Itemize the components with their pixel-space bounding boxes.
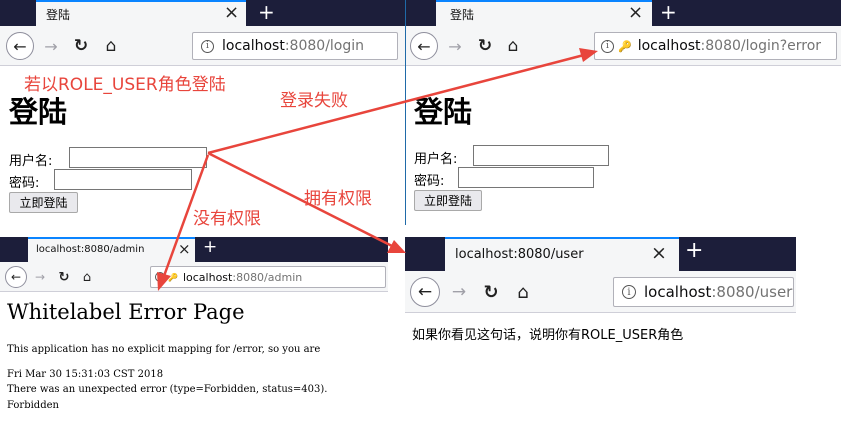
- tab-login-error[interactable]: 登陆 ×: [436, 0, 652, 26]
- reload-icon: ↻: [73, 36, 89, 56]
- tab-user[interactable]: localhost:8080/user ×: [445, 237, 679, 271]
- nav-toolbar: ← → ↻ ⌂ i 🔑 localhost:8080/login?error: [406, 26, 841, 66]
- new-tab-icon[interactable]: +: [203, 237, 217, 257]
- reload-button[interactable]: ↻: [70, 34, 92, 58]
- home-icon: ⌂: [82, 269, 92, 285]
- close-icon[interactable]: ×: [178, 240, 191, 258]
- tab-title: localhost:8080/user: [455, 247, 584, 262]
- arrow-left-icon: ←: [13, 36, 27, 56]
- close-icon[interactable]: ×: [628, 2, 643, 23]
- tab-admin[interactable]: localhost:8080/admin ×: [28, 237, 195, 262]
- forward-button[interactable]: →: [447, 279, 471, 305]
- arrow-left-icon: ←: [417, 36, 431, 56]
- tab-strip: localhost:8080/admin × +: [0, 237, 388, 262]
- tab-title: localhost:8080/admin: [36, 244, 145, 255]
- reload-button[interactable]: ↻: [479, 279, 503, 305]
- arrow-right-icon: →: [34, 270, 46, 284]
- login-submit-button[interactable]: 立即登陆: [414, 190, 482, 211]
- forward-button[interactable]: →: [40, 34, 62, 58]
- url-host: localhost: [222, 38, 285, 54]
- url-host: localhost: [182, 270, 233, 284]
- new-tab-icon[interactable]: +: [660, 0, 677, 24]
- url-host: localhost: [644, 283, 712, 301]
- reload-icon: ↻: [477, 36, 493, 56]
- info-icon[interactable]: i: [622, 285, 636, 299]
- info-icon[interactable]: i: [201, 39, 214, 53]
- nav-toolbar: ← → ↻ ⌂ i 🔑 localhost:8080/admin: [0, 262, 388, 292]
- key-icon[interactable]: 🔑: [618, 40, 632, 53]
- close-icon[interactable]: ×: [224, 2, 239, 23]
- admin-browser-window: localhost:8080/admin × + ← → ↻ ⌂ i 🔑 loc…: [0, 237, 388, 446]
- username-label: 用户名:: [414, 152, 458, 167]
- back-button[interactable]: ←: [410, 277, 440, 307]
- back-button[interactable]: ←: [410, 32, 438, 60]
- tab-strip: 登陆 × +: [0, 0, 405, 26]
- url-bar[interactable]: i localhost:8080/user: [613, 277, 794, 307]
- username-input[interactable]: [473, 145, 609, 166]
- url-path: :8080/user: [711, 283, 793, 301]
- forward-button[interactable]: →: [31, 267, 49, 287]
- new-tab-icon[interactable]: +: [258, 0, 275, 24]
- arrow-right-icon: →: [448, 36, 462, 56]
- page-title: 登陆: [9, 95, 68, 129]
- arrow-left-icon: ←: [417, 282, 433, 302]
- password-label: 密码:: [414, 174, 445, 189]
- new-tab-icon[interactable]: +: [685, 238, 703, 263]
- no-permission-annotation: 没有权限: [193, 209, 261, 229]
- reload-button[interactable]: ↻: [474, 34, 496, 58]
- reload-button[interactable]: ↻: [55, 267, 73, 287]
- nav-toolbar: ← → ↻ ⌂ i localhost:8080/login: [0, 26, 405, 66]
- home-button[interactable]: ⌂: [502, 34, 524, 58]
- tab-login[interactable]: 登陆 ×: [36, 0, 246, 26]
- key-icon[interactable]: 🔑: [168, 273, 178, 282]
- arrow-right-icon: →: [451, 282, 467, 302]
- error-explanation: This application has no explicit mapping…: [7, 344, 321, 355]
- reload-icon: ↻: [483, 281, 499, 303]
- url-bar[interactable]: i 🔑 localhost:8080/login?error: [594, 32, 837, 60]
- home-icon: ⌂: [517, 281, 529, 303]
- url-host: localhost: [637, 38, 701, 54]
- home-button[interactable]: ⌂: [78, 267, 96, 287]
- password-input[interactable]: [458, 167, 594, 188]
- back-button[interactable]: ←: [6, 32, 34, 60]
- tab-strip: 登陆 × +: [406, 0, 841, 26]
- error-status: Forbidden: [7, 400, 59, 411]
- role-note-annotation: 若以ROLE_USER角色登陆: [24, 75, 226, 95]
- error-timestamp: Fri Mar 30 15:31:03 CST 2018: [7, 369, 164, 380]
- error-page-title: Whitelabel Error Page: [7, 300, 245, 324]
- password-label: 密码:: [9, 176, 40, 191]
- role-message: 如果你看见这句话，说明你有ROLE_USER角色: [412, 328, 684, 343]
- tab-title: 登陆: [450, 8, 475, 22]
- home-button[interactable]: ⌂: [100, 34, 122, 58]
- arrow-left-icon: ←: [10, 270, 22, 284]
- tab-strip: localhost:8080/user × +: [405, 237, 796, 271]
- tab-title: 登陆: [46, 8, 71, 22]
- close-icon[interactable]: ×: [651, 242, 667, 264]
- url-path: :8080/login: [284, 38, 365, 54]
- nav-toolbar: ← → ↻ ⌂ i localhost:8080/user: [405, 271, 796, 313]
- url-path: :8080/admin: [232, 270, 303, 284]
- home-icon: ⌂: [105, 36, 117, 56]
- arrow-right-icon: →: [44, 36, 58, 56]
- login-failed-annotation: 登录失败: [280, 91, 348, 111]
- info-icon[interactable]: i: [601, 39, 614, 53]
- login-submit-button[interactable]: 立即登陆: [9, 192, 78, 213]
- back-button[interactable]: ←: [5, 266, 27, 288]
- home-button[interactable]: ⌂: [511, 279, 535, 305]
- error-detail: There was an unexpected error (type=Forb…: [7, 384, 328, 395]
- url-bar[interactable]: i 🔑 localhost:8080/admin: [150, 266, 386, 288]
- home-icon: ⌂: [507, 36, 519, 56]
- reload-icon: ↻: [58, 269, 70, 285]
- username-label: 用户名:: [9, 154, 53, 169]
- password-input[interactable]: [54, 169, 192, 190]
- url-path: :8080/login?error: [700, 38, 822, 54]
- user-browser-window: localhost:8080/user × + ← → ↻ ⌂ i localh…: [405, 237, 796, 446]
- page-title: 登陆: [414, 95, 473, 129]
- has-permission-annotation: 拥有权限: [304, 189, 372, 209]
- forward-button[interactable]: →: [444, 34, 466, 58]
- username-input[interactable]: [69, 147, 207, 168]
- url-bar[interactable]: i localhost:8080/login: [192, 32, 398, 60]
- error-login-browser-window: 登陆 × + ← → ↻ ⌂ i 🔑 localhost:8080/login?…: [406, 0, 841, 225]
- info-icon[interactable]: i: [155, 272, 165, 282]
